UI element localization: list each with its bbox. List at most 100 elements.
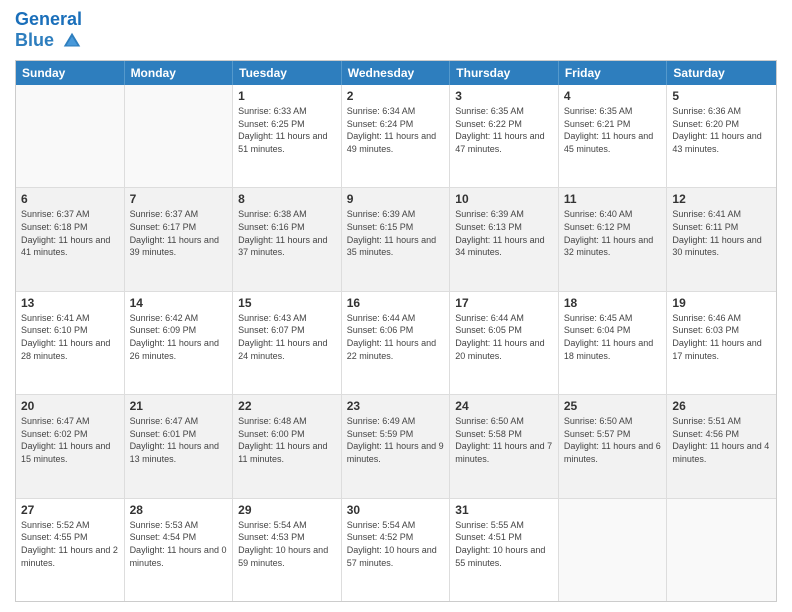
calendar: SundayMondayTuesdayWednesdayThursdayFrid…	[15, 60, 777, 602]
cell-info: Sunrise: 6:36 AMSunset: 6:20 PMDaylight:…	[672, 105, 771, 155]
calendar-cell: 26Sunrise: 5:51 AMSunset: 4:56 PMDayligh…	[667, 395, 776, 497]
calendar-cell	[16, 85, 125, 187]
calendar-cell: 2Sunrise: 6:34 AMSunset: 6:24 PMDaylight…	[342, 85, 451, 187]
page: General Blue SundayMondayTuesdayWednesda…	[0, 0, 792, 612]
day-number: 31	[455, 502, 553, 518]
day-number: 21	[130, 398, 228, 414]
day-number: 27	[21, 502, 119, 518]
cell-info: Sunrise: 6:40 AMSunset: 6:12 PMDaylight:…	[564, 208, 662, 258]
day-number: 16	[347, 295, 445, 311]
calendar-cell: 9Sunrise: 6:39 AMSunset: 6:15 PMDaylight…	[342, 188, 451, 290]
weekday-header-thursday: Thursday	[450, 61, 559, 85]
day-number: 22	[238, 398, 336, 414]
cell-info: Sunrise: 6:45 AMSunset: 6:04 PMDaylight:…	[564, 312, 662, 362]
day-number: 14	[130, 295, 228, 311]
cell-info: Sunrise: 5:52 AMSunset: 4:55 PMDaylight:…	[21, 519, 119, 569]
calendar-row-4: 27Sunrise: 5:52 AMSunset: 4:55 PMDayligh…	[16, 498, 776, 601]
day-number: 7	[130, 191, 228, 207]
day-number: 15	[238, 295, 336, 311]
calendar-cell: 25Sunrise: 6:50 AMSunset: 5:57 PMDayligh…	[559, 395, 668, 497]
weekday-header-saturday: Saturday	[667, 61, 776, 85]
cell-info: Sunrise: 6:50 AMSunset: 5:58 PMDaylight:…	[455, 415, 553, 465]
day-number: 26	[672, 398, 771, 414]
cell-info: Sunrise: 6:49 AMSunset: 5:59 PMDaylight:…	[347, 415, 445, 465]
calendar-cell: 23Sunrise: 6:49 AMSunset: 5:59 PMDayligh…	[342, 395, 451, 497]
cell-info: Sunrise: 6:48 AMSunset: 6:00 PMDaylight:…	[238, 415, 336, 465]
calendar-cell: 30Sunrise: 5:54 AMSunset: 4:52 PMDayligh…	[342, 499, 451, 601]
cell-info: Sunrise: 6:39 AMSunset: 6:13 PMDaylight:…	[455, 208, 553, 258]
logo: General Blue	[15, 10, 83, 52]
calendar-cell: 7Sunrise: 6:37 AMSunset: 6:17 PMDaylight…	[125, 188, 234, 290]
cell-info: Sunrise: 5:54 AMSunset: 4:53 PMDaylight:…	[238, 519, 336, 569]
cell-info: Sunrise: 5:55 AMSunset: 4:51 PMDaylight:…	[455, 519, 553, 569]
calendar-cell: 11Sunrise: 6:40 AMSunset: 6:12 PMDayligh…	[559, 188, 668, 290]
cell-info: Sunrise: 6:35 AMSunset: 6:21 PMDaylight:…	[564, 105, 662, 155]
logo-text: General	[15, 10, 83, 30]
cell-info: Sunrise: 5:51 AMSunset: 4:56 PMDaylight:…	[672, 415, 771, 465]
calendar-header: SundayMondayTuesdayWednesdayThursdayFrid…	[16, 61, 776, 85]
header: General Blue	[15, 10, 777, 52]
calendar-cell	[125, 85, 234, 187]
calendar-cell: 22Sunrise: 6:48 AMSunset: 6:00 PMDayligh…	[233, 395, 342, 497]
cell-info: Sunrise: 5:53 AMSunset: 4:54 PMDaylight:…	[130, 519, 228, 569]
calendar-cell: 6Sunrise: 6:37 AMSunset: 6:18 PMDaylight…	[16, 188, 125, 290]
calendar-cell	[667, 499, 776, 601]
calendar-row-2: 13Sunrise: 6:41 AMSunset: 6:10 PMDayligh…	[16, 291, 776, 394]
calendar-cell: 16Sunrise: 6:44 AMSunset: 6:06 PMDayligh…	[342, 292, 451, 394]
day-number: 5	[672, 88, 771, 104]
day-number: 19	[672, 295, 771, 311]
cell-info: Sunrise: 6:41 AMSunset: 6:10 PMDaylight:…	[21, 312, 119, 362]
day-number: 24	[455, 398, 553, 414]
cell-info: Sunrise: 6:33 AMSunset: 6:25 PMDaylight:…	[238, 105, 336, 155]
day-number: 30	[347, 502, 445, 518]
cell-info: Sunrise: 6:47 AMSunset: 6:01 PMDaylight:…	[130, 415, 228, 465]
calendar-cell: 4Sunrise: 6:35 AMSunset: 6:21 PMDaylight…	[559, 85, 668, 187]
calendar-cell: 20Sunrise: 6:47 AMSunset: 6:02 PMDayligh…	[16, 395, 125, 497]
day-number: 4	[564, 88, 662, 104]
cell-info: Sunrise: 6:35 AMSunset: 6:22 PMDaylight:…	[455, 105, 553, 155]
cell-info: Sunrise: 6:47 AMSunset: 6:02 PMDaylight:…	[21, 415, 119, 465]
day-number: 10	[455, 191, 553, 207]
calendar-cell: 3Sunrise: 6:35 AMSunset: 6:22 PMDaylight…	[450, 85, 559, 187]
day-number: 17	[455, 295, 553, 311]
calendar-cell: 5Sunrise: 6:36 AMSunset: 6:20 PMDaylight…	[667, 85, 776, 187]
cell-info: Sunrise: 6:44 AMSunset: 6:06 PMDaylight:…	[347, 312, 445, 362]
calendar-cell	[559, 499, 668, 601]
calendar-cell: 17Sunrise: 6:44 AMSunset: 6:05 PMDayligh…	[450, 292, 559, 394]
calendar-row-3: 20Sunrise: 6:47 AMSunset: 6:02 PMDayligh…	[16, 394, 776, 497]
weekday-header-wednesday: Wednesday	[342, 61, 451, 85]
calendar-cell: 1Sunrise: 6:33 AMSunset: 6:25 PMDaylight…	[233, 85, 342, 187]
cell-info: Sunrise: 5:54 AMSunset: 4:52 PMDaylight:…	[347, 519, 445, 569]
cell-info: Sunrise: 6:39 AMSunset: 6:15 PMDaylight:…	[347, 208, 445, 258]
day-number: 28	[130, 502, 228, 518]
day-number: 11	[564, 191, 662, 207]
calendar-cell: 14Sunrise: 6:42 AMSunset: 6:09 PMDayligh…	[125, 292, 234, 394]
calendar-cell: 27Sunrise: 5:52 AMSunset: 4:55 PMDayligh…	[16, 499, 125, 601]
day-number: 8	[238, 191, 336, 207]
day-number: 20	[21, 398, 119, 414]
calendar-cell: 12Sunrise: 6:41 AMSunset: 6:11 PMDayligh…	[667, 188, 776, 290]
cell-info: Sunrise: 6:43 AMSunset: 6:07 PMDaylight:…	[238, 312, 336, 362]
calendar-cell: 19Sunrise: 6:46 AMSunset: 6:03 PMDayligh…	[667, 292, 776, 394]
day-number: 12	[672, 191, 771, 207]
day-number: 29	[238, 502, 336, 518]
day-number: 3	[455, 88, 553, 104]
day-number: 1	[238, 88, 336, 104]
calendar-cell: 18Sunrise: 6:45 AMSunset: 6:04 PMDayligh…	[559, 292, 668, 394]
calendar-cell: 28Sunrise: 5:53 AMSunset: 4:54 PMDayligh…	[125, 499, 234, 601]
cell-info: Sunrise: 6:37 AMSunset: 6:17 PMDaylight:…	[130, 208, 228, 258]
calendar-cell: 10Sunrise: 6:39 AMSunset: 6:13 PMDayligh…	[450, 188, 559, 290]
calendar-cell: 13Sunrise: 6:41 AMSunset: 6:10 PMDayligh…	[16, 292, 125, 394]
cell-info: Sunrise: 6:38 AMSunset: 6:16 PMDaylight:…	[238, 208, 336, 258]
day-number: 9	[347, 191, 445, 207]
cell-info: Sunrise: 6:46 AMSunset: 6:03 PMDaylight:…	[672, 312, 771, 362]
day-number: 2	[347, 88, 445, 104]
calendar-row-0: 1Sunrise: 6:33 AMSunset: 6:25 PMDaylight…	[16, 85, 776, 187]
calendar-cell: 31Sunrise: 5:55 AMSunset: 4:51 PMDayligh…	[450, 499, 559, 601]
cell-info: Sunrise: 6:44 AMSunset: 6:05 PMDaylight:…	[455, 312, 553, 362]
cell-info: Sunrise: 6:41 AMSunset: 6:11 PMDaylight:…	[672, 208, 771, 258]
day-number: 18	[564, 295, 662, 311]
weekday-header-sunday: Sunday	[16, 61, 125, 85]
calendar-cell: 21Sunrise: 6:47 AMSunset: 6:01 PMDayligh…	[125, 395, 234, 497]
day-number: 13	[21, 295, 119, 311]
